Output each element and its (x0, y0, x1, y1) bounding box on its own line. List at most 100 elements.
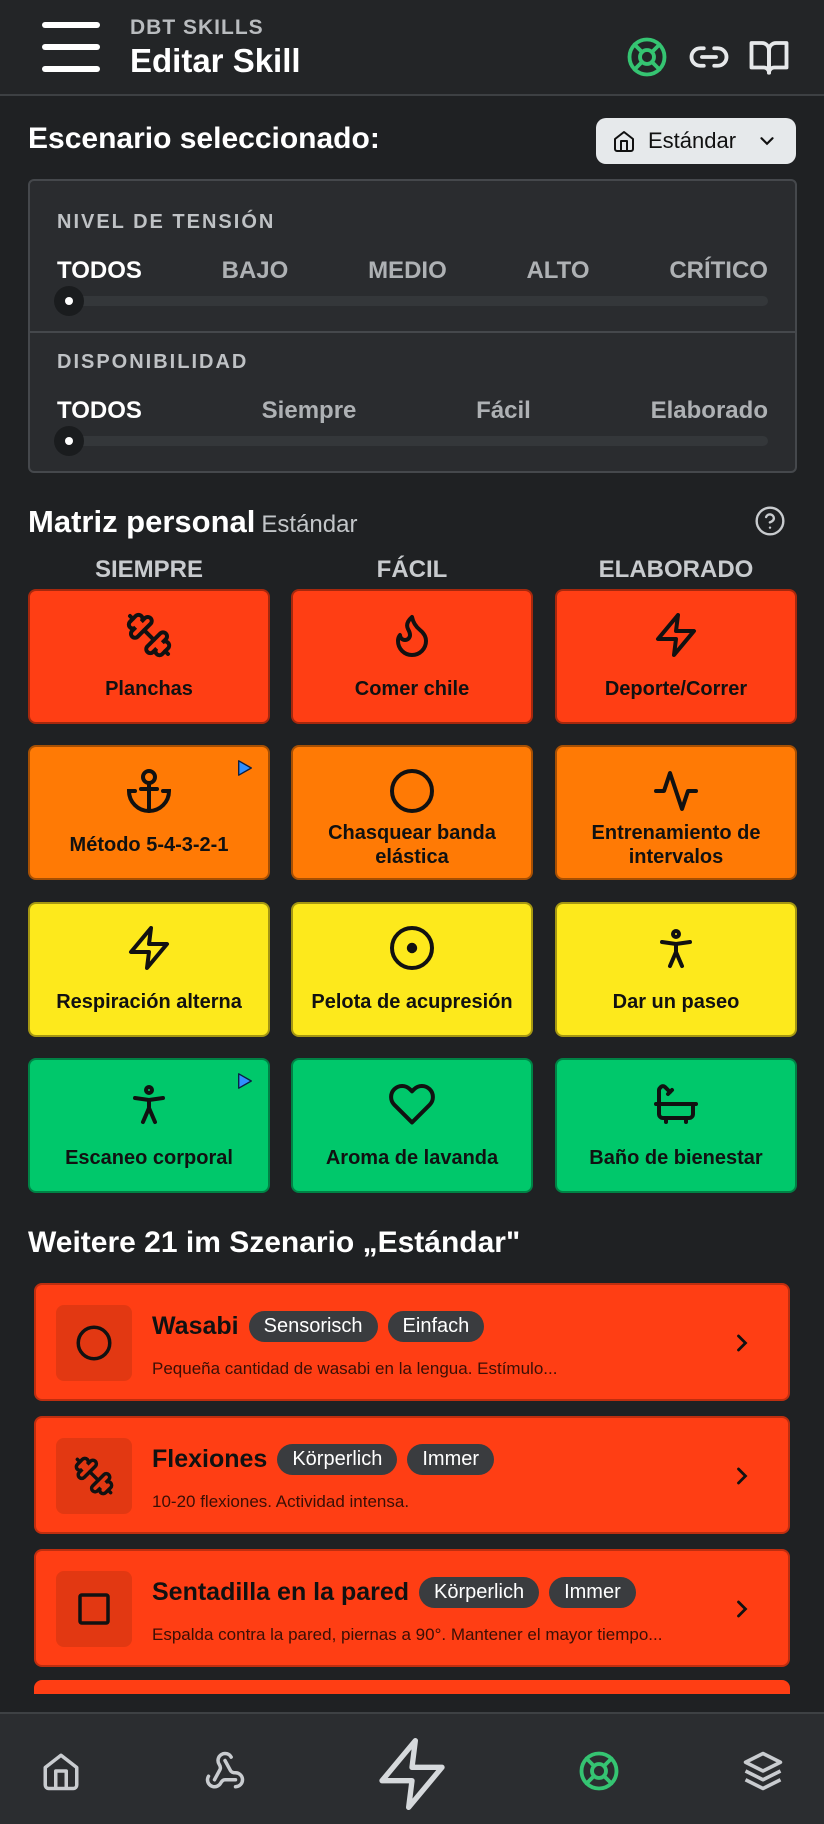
matrix-column-elaborado: ELABORADO (598, 556, 754, 583)
target-icon (390, 926, 434, 970)
flame-icon (396, 615, 428, 657)
app-subtitle: DBT SKILLS (130, 16, 264, 39)
list-item[interactable]: Flexiones Körperlich Immer 10-20 flexion… (34, 1416, 790, 1534)
availability-option-facil[interactable]: Fácil (476, 397, 531, 425)
tag-badge: Sensorisch (248, 1311, 378, 1342)
chevron-right-icon (737, 1467, 748, 1485)
chevron-right-icon (737, 1600, 748, 1618)
home-icon[interactable] (40, 1750, 82, 1792)
skill-tile-pelota-acupresion[interactable]: Pelota de acupresión (291, 902, 533, 1037)
skill-tile-deporte-correr[interactable]: Deporte/Correr (555, 589, 797, 724)
app-header: DBT SKILLS Editar Skill (0, 0, 824, 96)
tension-options: TODOS BAJO MEDIO ALTO CRÍTICO (57, 257, 768, 285)
skill-tile-label: Dar un paseo (612, 991, 740, 1013)
list-item[interactable]: Sentadilla en la pared Körperlich Immer … (34, 1549, 790, 1667)
chevron-right-icon (737, 1334, 748, 1352)
tension-option-medio[interactable]: MEDIO (368, 257, 447, 285)
tension-option-todos[interactable]: TODOS (57, 257, 142, 285)
skill-tile-label: Método 5-4-3-2-1 (69, 834, 229, 856)
scenario-select-value: Estándar (648, 128, 737, 153)
matrix-column-facil: FÁCIL (376, 556, 448, 583)
skill-tile-aroma-lavanda[interactable]: Aroma de lavanda (291, 1058, 533, 1193)
heart-icon (389, 1084, 435, 1125)
availability-option-elaborado[interactable]: Elaborado (651, 397, 768, 425)
dumbbell-icon (126, 612, 172, 658)
bottom-nav (0, 1712, 824, 1824)
dumbbell-icon (56, 1438, 132, 1514)
availability-slider-handle[interactable] (54, 426, 84, 456)
book-icon[interactable] (748, 36, 790, 78)
availability-option-siempre[interactable]: Siempre (262, 397, 357, 425)
scenario-select[interactable]: Estándar (596, 118, 796, 164)
filter-card: NIVEL DE TENSIÓN TODOS BAJO MEDIO ALTO C… (28, 179, 797, 473)
tension-option-alto[interactable]: ALTO (526, 257, 589, 285)
webhook-icon[interactable] (204, 1750, 246, 1792)
skill-tile-label: Pelota de acupresión (311, 991, 513, 1013)
menu-icon[interactable] (42, 20, 100, 74)
more-skills-heading: Weitere 21 im Szenario „Estándar" (28, 1226, 521, 1259)
list-item-partial[interactable] (34, 1680, 790, 1694)
list-item-title: Sentadilla en la pared (152, 1578, 410, 1606)
skill-tile-label: Entrenamiento de intervalos (591, 822, 761, 868)
layers-icon[interactable] (742, 1750, 784, 1792)
tension-filter-label: NIVEL DE TENSIÓN (57, 211, 276, 233)
skill-tile-label: Baño de bienestar (589, 1147, 763, 1169)
skill-tile-label: Chasquear banda elástica (328, 822, 496, 868)
tension-option-bajo[interactable]: BAJO (222, 257, 289, 285)
skill-tile-label: Comer chile (354, 678, 470, 700)
skill-tile-dar-un-paseo[interactable]: Dar un paseo (555, 902, 797, 1037)
skill-tile-comer-chile[interactable]: Comer chile (291, 589, 533, 724)
tension-filter: NIVEL DE TENSIÓN TODOS BAJO MEDIO ALTO C… (30, 181, 795, 333)
availability-filter-label: DISPONIBILIDAD (57, 351, 249, 373)
list-item-title: Wasabi (152, 1312, 239, 1340)
availability-option-todos[interactable]: TODOS (57, 397, 142, 425)
tag-badge: Immer (407, 1444, 495, 1475)
skill-tile-chasquear-banda[interactable]: Chasquear banda elástica (291, 745, 533, 880)
tag-badge: Körperlich (277, 1444, 398, 1475)
list-item[interactable]: Wasabi Sensorisch Einfach Pequeña cantid… (34, 1283, 790, 1401)
skill-tile-label: Respiración alterna (56, 991, 242, 1013)
bath-icon (654, 1084, 698, 1124)
lifebuoy-icon[interactable] (578, 1750, 620, 1792)
circle-icon (390, 769, 434, 813)
tension-slider-track[interactable] (54, 286, 768, 316)
scenario-heading: Escenario seleccionado: (28, 122, 380, 155)
tag-badge: Immer (549, 1577, 636, 1608)
zap-icon (129, 926, 169, 970)
skill-tile-label: Planchas (105, 678, 193, 700)
page-title: Editar Skill (130, 42, 301, 79)
skill-tile-respiracion-alterna[interactable]: Respiración alterna (28, 902, 270, 1037)
skill-tile-bano-bienestar[interactable]: Baño de bienestar (555, 1058, 797, 1193)
skill-tile-label: Escaneo corporal (65, 1147, 233, 1169)
tension-slider-handle[interactable] (54, 286, 84, 316)
skill-tile-metodo-54321[interactable]: Método 5-4-3-2-1 (28, 745, 270, 880)
list-item-title: Flexiones (152, 1445, 268, 1473)
circle-icon (56, 1305, 132, 1381)
lifebuoy-icon[interactable] (626, 36, 668, 78)
matrix-column-siempre: SIEMPRE (94, 556, 204, 583)
zap-icon[interactable] (372, 1734, 452, 1814)
help-icon[interactable] (754, 505, 786, 537)
skill-tile-planchas[interactable]: Planchas (28, 589, 270, 724)
chevron-down-icon (760, 137, 774, 146)
anchor-icon (126, 769, 172, 813)
availability-slider-track[interactable] (54, 426, 768, 456)
availability-options: TODOS Siempre Fácil Elaborado (57, 397, 768, 425)
list-item-description: 10-20 flexiones. Actividad intensa. (152, 1492, 410, 1511)
matrix-title: Matriz personal (28, 504, 256, 539)
matrix-subtitle: Estándar (261, 511, 358, 538)
link-icon[interactable] (688, 36, 730, 78)
tag-badge: Körperlich (419, 1577, 540, 1608)
availability-filter: DISPONIBILIDAD TODOS Siempre Fácil Elabo… (30, 333, 795, 473)
home-icon (614, 131, 634, 152)
list-item-description: Espalda contra la pared, piernas a 90°. … (152, 1625, 663, 1644)
skill-tile-label: Deporte/Correr (604, 678, 748, 700)
list-item-description: Pequeña cantidad de wasabi en la lengua.… (152, 1359, 558, 1378)
zap-icon (656, 613, 696, 657)
skill-tile-escaneo-corporal[interactable]: Escaneo corporal (28, 1058, 270, 1193)
matrix-heading: Matriz personal Estándar (28, 504, 357, 540)
tension-option-critico[interactable]: CRÍTICO (669, 257, 768, 285)
skill-tile-entrenamiento-intervalos[interactable]: Entrenamiento de intervalos (555, 745, 797, 880)
tag-badge: Einfach (387, 1311, 485, 1342)
activity-icon (654, 771, 698, 811)
